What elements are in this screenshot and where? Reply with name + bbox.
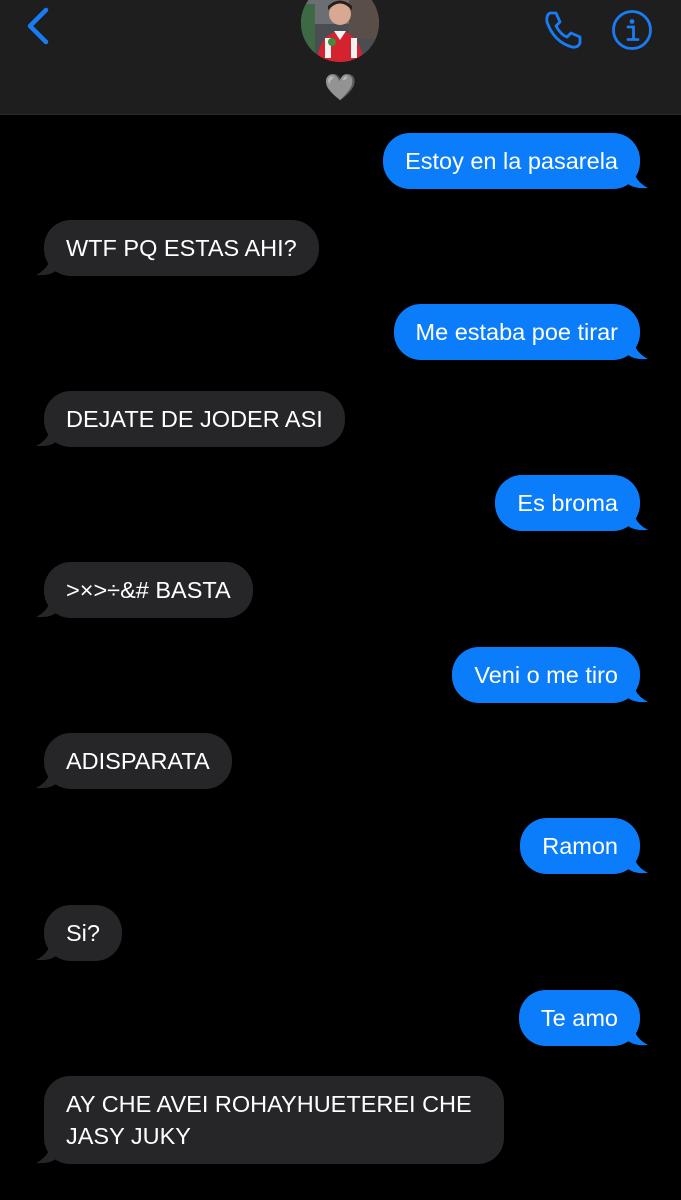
message-text: ADISPARATA — [66, 748, 210, 774]
bubble-tail — [36, 939, 57, 961]
bubble-tail — [627, 852, 648, 874]
bubble-tail — [627, 509, 648, 531]
conversation-header: 🩶 — [0, 0, 681, 115]
info-button[interactable] — [611, 9, 653, 51]
chevron-left-icon — [27, 7, 49, 45]
contact-avatar[interactable] — [301, 0, 379, 62]
bubble-tail — [36, 254, 57, 276]
phone-icon — [545, 11, 582, 49]
received-message-bubble[interactable]: WTF PQ ESTAS AHI? — [36, 220, 319, 276]
message-thread[interactable]: Estoy en la pasarela WTF PQ ESTAS AHI? M… — [0, 114, 681, 1200]
back-button[interactable] — [22, 6, 58, 50]
bubble-tail — [627, 681, 648, 703]
message-text: Me estaba poe tirar — [415, 319, 618, 345]
bubble-tail — [36, 1142, 57, 1164]
bubble-tail — [36, 425, 57, 447]
avatar-photo — [301, 0, 379, 62]
received-message-bubble[interactable]: DEJATE DE JODER ASI — [36, 391, 345, 447]
sent-message-bubble[interactable]: Estoy en la pasarela — [383, 133, 648, 189]
bubble-tail — [627, 1024, 648, 1046]
sent-message-bubble[interactable]: Es broma — [495, 475, 648, 531]
message-text: Si? — [66, 920, 100, 946]
message-text: AY CHE AVEI ROHAYHUETEREI CHE JASY JUKY — [66, 1091, 472, 1149]
received-message-bubble[interactable]: ADISPARATA — [36, 733, 232, 789]
message-text: WTF PQ ESTAS AHI? — [66, 235, 297, 261]
message-text: Veni o me tiro — [474, 662, 618, 688]
bubble-tail — [36, 596, 57, 618]
message-text: Estoy en la pasarela — [405, 148, 618, 174]
message-text: >×>÷&# BASTA — [66, 577, 231, 603]
sent-message-bubble[interactable]: Ramon — [520, 818, 648, 874]
contact-name[interactable]: 🩶 — [0, 70, 681, 104]
received-message-bubble[interactable]: >×>÷&# BASTA — [36, 562, 253, 618]
message-text: DEJATE DE JODER ASI — [66, 406, 323, 432]
received-message-bubble[interactable]: AY CHE AVEI ROHAYHUETEREI CHE JASY JUKY — [36, 1076, 504, 1164]
info-icon — [612, 10, 652, 50]
message-text: Es broma — [517, 490, 618, 516]
bubble-tail — [627, 167, 648, 189]
sent-message-bubble[interactable]: Me estaba poe tirar — [393, 304, 648, 360]
sent-message-bubble[interactable]: Te amo — [518, 990, 648, 1046]
message-text: Ramon — [542, 833, 618, 859]
bubble-tail — [36, 767, 57, 789]
sent-message-bubble[interactable]: Veni o me tiro — [452, 647, 648, 703]
call-button[interactable] — [541, 8, 585, 52]
received-message-bubble[interactable]: Si? — [36, 905, 122, 961]
message-text: Te amo — [540, 1005, 618, 1031]
bubble-tail — [627, 338, 648, 360]
